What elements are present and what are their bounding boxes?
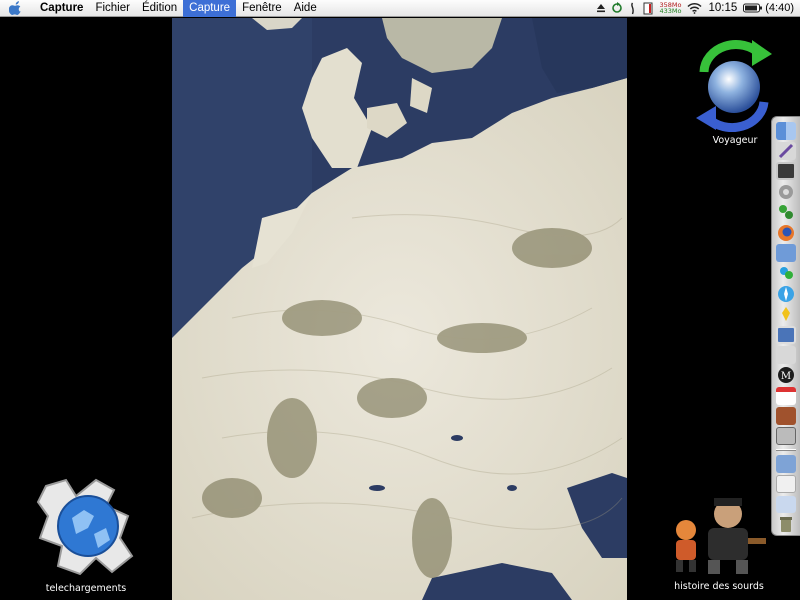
menu-extras: 358Mo 433Mo 10:15 (4:40)	[596, 0, 800, 17]
photo-icon[interactable]	[776, 325, 796, 344]
trash-icon[interactable]	[776, 516, 796, 534]
memory-monitor[interactable]: 358Mo 433Mo	[659, 1, 682, 15]
mwm-icon[interactable]: M	[776, 366, 796, 384]
menu-aide[interactable]: Aide	[288, 0, 323, 17]
battery-status[interactable]: (4:40)	[743, 2, 794, 14]
dictionary-icon[interactable]	[776, 407, 796, 425]
desktop: Voyageur telechargements histoire des so…	[0, 18, 800, 600]
firefox-icon[interactable]	[776, 224, 796, 242]
menu-capture[interactable]: Capture	[183, 0, 237, 17]
document-icon[interactable]	[643, 2, 653, 15]
menu-fichier[interactable]: Fichier	[89, 0, 136, 17]
preview-icon[interactable]	[776, 244, 796, 262]
kde-globe-icon	[36, 478, 134, 576]
script-icon[interactable]	[628, 2, 637, 15]
globe-sync-icon	[696, 40, 772, 132]
voyageur-desktop-icon[interactable]: Voyageur	[690, 32, 780, 146]
ical-icon[interactable]	[776, 386, 796, 405]
system-prefs-icon[interactable]	[776, 183, 796, 201]
clock[interactable]: 10:15	[708, 2, 737, 14]
aim-icon[interactable]	[776, 305, 796, 323]
terminal-icon[interactable]	[776, 162, 796, 180]
downloads-folder-icon[interactable]	[776, 495, 796, 513]
app-icon[interactable]	[776, 346, 796, 364]
network-icon[interactable]	[776, 203, 796, 221]
cartoon-characters-icon	[676, 498, 766, 574]
dock-separator	[776, 449, 796, 452]
telechargements-desktop-icon[interactable]: telechargements	[36, 476, 136, 594]
memory-free-text: 433Mo	[659, 7, 682, 15]
wifi-icon[interactable]	[687, 2, 703, 14]
histoire-label: histoire des sourds	[674, 581, 764, 592]
voyageur-label: Voyageur	[712, 135, 758, 146]
satellite-map-image	[172, 18, 627, 600]
eject-icon[interactable]	[596, 3, 606, 13]
svg-text:M: M	[781, 371, 791, 382]
sync-icon[interactable]	[612, 1, 623, 15]
menu-edition[interactable]: Édition	[136, 0, 183, 17]
dock: M	[771, 116, 800, 536]
documents-folder-icon[interactable]	[776, 475, 796, 493]
telechargements-label: telechargements	[45, 583, 127, 594]
prefs-icon[interactable]	[776, 427, 796, 445]
apple-menu-icon[interactable]	[0, 0, 30, 17]
finder-icon[interactable]	[776, 122, 796, 140]
menu-bar: Capture Fichier Édition Capture Fenêtre …	[0, 0, 800, 17]
graphics-icon[interactable]	[776, 142, 796, 160]
messenger-icon[interactable]	[776, 264, 796, 282]
app-menu[interactable]: Capture	[30, 0, 89, 17]
histoire-desktop-icon[interactable]: histoire des sourds	[664, 488, 774, 592]
battery-icon	[743, 3, 763, 13]
menu-fenetre[interactable]: Fenêtre	[236, 0, 288, 17]
battery-time-text: (4:40)	[765, 2, 794, 14]
applications-folder-icon[interactable]	[776, 455, 796, 473]
safari-icon[interactable]	[776, 285, 796, 303]
